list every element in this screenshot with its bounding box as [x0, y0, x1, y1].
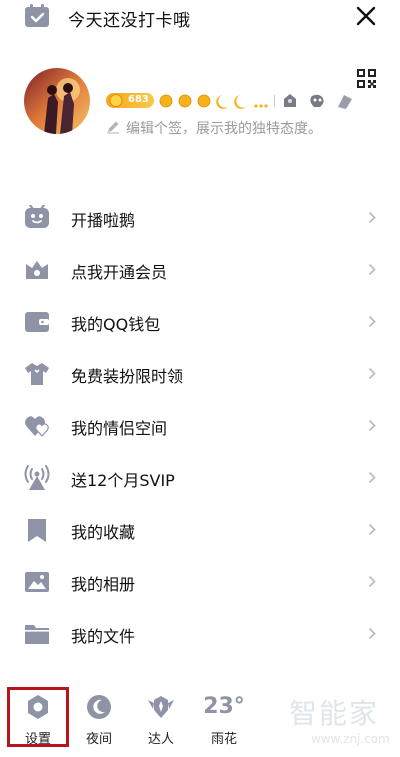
weather-location-label: 雨花	[210, 732, 237, 747]
hearts-icon	[25, 416, 49, 437]
menu-item-live[interactable]: 开播啦鹅	[0, 192, 400, 244]
night-mode-label: 夜间	[85, 732, 112, 747]
bookmark-icon	[28, 519, 46, 542]
settings-label: 设置	[24, 732, 51, 747]
menu-item-label: 我的收藏	[71, 523, 136, 542]
menu-item-files[interactable]: 我的文件	[0, 608, 400, 660]
menu-item-label: 我的情侣空间	[71, 419, 168, 438]
avatar[interactable]	[24, 68, 90, 134]
settings-button[interactable]: 设置	[10, 688, 66, 752]
menu-item-label: 我的QQ钱包	[71, 315, 161, 334]
chevron-right-icon	[368, 523, 376, 536]
menu-item-label: 开播啦鹅	[71, 211, 136, 230]
watermark-brand: 智能家	[289, 697, 380, 730]
menu-item-svip-gift[interactable]: 送12个月SVIP	[0, 452, 400, 504]
menu-item-label: 免费装扮限时领	[71, 367, 184, 386]
menu-item-vip[interactable]: 点我开通会员	[0, 244, 400, 296]
chevron-right-icon	[368, 471, 376, 484]
chevron-right-icon	[368, 263, 376, 276]
broadcast-icon	[24, 465, 50, 490]
photo-icon	[25, 572, 49, 592]
menu-item-wallet[interactable]: 我的QQ钱包	[0, 296, 400, 348]
talent-label: 达人	[147, 732, 174, 747]
crown-icon	[26, 261, 48, 279]
folder-icon	[25, 625, 49, 644]
menu-item-label: 我的相册	[71, 575, 136, 594]
menu-item-label: 送12个月SVIP	[71, 471, 175, 490]
talent-button[interactable]: 达人	[133, 688, 189, 752]
top-bar: 今天还没打卡哦	[0, 0, 400, 36]
pencil-icon	[107, 121, 119, 134]
site-watermark: 智能家 www.znj.com	[285, 692, 395, 752]
shirt-icon	[25, 363, 49, 385]
qr-code-icon[interactable]	[357, 69, 376, 88]
menu-item-couple-space[interactable]: 我的情侣空间	[0, 400, 400, 452]
wallet-icon	[25, 312, 49, 332]
moon-icon	[87, 695, 111, 719]
chevron-right-icon	[368, 315, 376, 328]
weather-button[interactable]: 23° 雨花	[196, 688, 252, 752]
bottom-toolbar: 设置 夜间 达人 23° 雨花 智能家 www.znj.com	[0, 687, 400, 757]
temperature-value: 23°	[203, 694, 245, 719]
chevron-right-icon	[368, 211, 376, 224]
menu-item-label: 点我开通会员	[71, 263, 168, 282]
chevron-right-icon	[368, 575, 376, 588]
level-badges[interactable]: 683	[106, 91, 366, 111]
winged-badge-icon	[148, 696, 174, 718]
menu-item-label: 我的文件	[71, 627, 136, 646]
calendar-check-icon[interactable]	[24, 4, 50, 28]
gear-icon	[28, 695, 48, 719]
menu-item-dressup[interactable]: 免费装扮限时领	[0, 348, 400, 400]
crown-badge-icon	[109, 94, 123, 107]
level-value: 683	[128, 94, 149, 105]
checkin-prompt[interactable]: 今天还没打卡哦	[68, 6, 191, 31]
live-penguin-icon	[25, 205, 49, 228]
menu-item-album[interactable]: 我的相册	[0, 556, 400, 608]
signature-placeholder: 编辑个签，展示我的独特态度。	[126, 121, 322, 137]
chevron-right-icon	[368, 367, 376, 380]
close-icon[interactable]	[352, 2, 380, 30]
night-mode-button[interactable]: 夜间	[71, 688, 127, 752]
level-icons	[159, 94, 352, 109]
level-pill: 683	[106, 93, 154, 108]
chevron-right-icon	[368, 627, 376, 640]
profile-section: 683 编辑个签，展示我的独特态度。	[0, 60, 400, 150]
menu-item-favorites[interactable]: 我的收藏	[0, 504, 400, 556]
chevron-right-icon	[368, 419, 376, 432]
watermark-url: www.znj.com	[311, 732, 390, 746]
